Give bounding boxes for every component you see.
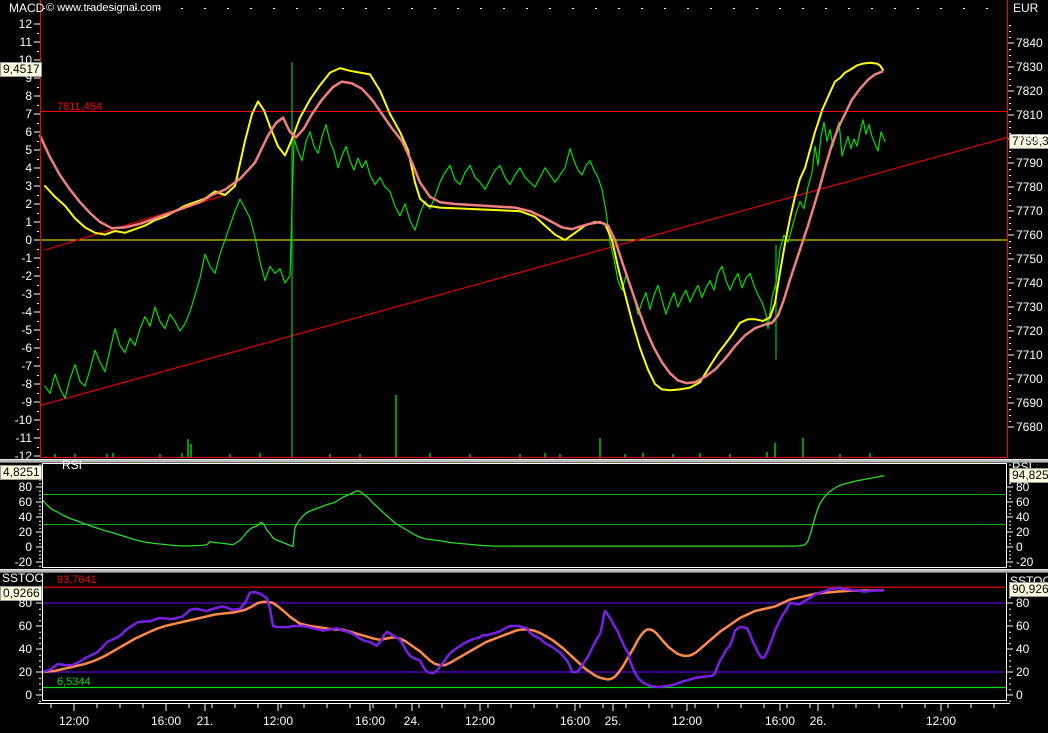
x-axis-label: 16:00: [559, 714, 591, 728]
macd-axis-tick-label: -12: [14, 449, 32, 463]
eur-axis-tick-label: 7780: [1016, 180, 1043, 194]
rsi-axis-tick-label: 80: [1016, 480, 1030, 494]
x-axis-label: 12:00: [671, 714, 703, 728]
eur-axis-tick-label: 7680: [1016, 420, 1043, 434]
rsi-axis-tick-label: 40: [1016, 510, 1030, 524]
macd-axis-tick-label: 11: [19, 35, 32, 49]
rsi-axis-tick-label: -20: [1016, 555, 1034, 569]
rsi-axis-tick-label: -20: [14, 555, 32, 569]
sstoc-panel[interactable]: [42, 573, 1007, 701]
rsi-current-value-box-left: 4,8251: [0, 465, 42, 480]
macd-axis-tick-label: -7: [21, 359, 32, 373]
sstoc-axis-tick-label: 40: [18, 642, 32, 656]
sstoc-axis-tick-label: 0: [25, 688, 32, 702]
macd-axis-tick-label: 8: [25, 89, 32, 103]
x-axis-label: 25.: [604, 714, 622, 728]
panel-splitter-2[interactable]: [0, 569, 1048, 573]
x-axis-label: 12:00: [925, 714, 957, 728]
sstoc-panel-title-left: SSTOC: [2, 571, 44, 585]
macd-axis-tick-label: 4: [25, 161, 32, 175]
eur-axis-title: EUR: [1013, 1, 1039, 15]
eur-axis-tick-label: 7820: [1016, 84, 1043, 98]
rsi-panel[interactable]: [42, 463, 1007, 568]
rsi-axis-tick-label: 20: [18, 525, 32, 539]
x-axis-label: 12:00: [58, 714, 90, 728]
macd-axis-tick-label: 7: [25, 107, 32, 121]
rsi-axis-tick-label: 60: [1016, 495, 1030, 509]
sstoc-axis-tick-label: 80: [18, 596, 32, 610]
x-axis-label: 26.: [809, 714, 827, 728]
rsi-axis-tick-label: 80: [18, 480, 32, 494]
sstoc-axis-tick-label: 60: [18, 619, 32, 633]
main-chart-panel[interactable]: [41, 14, 1007, 458]
sstoc-axis-tick-label: 40: [1016, 642, 1030, 656]
sstoc-axis-tick-label: 60: [1016, 619, 1030, 633]
macd-axis-tick-label: -4: [21, 305, 32, 319]
macd-axis-tick-label: 12: [18, 17, 32, 31]
macd-axis-tick-label: -1: [21, 251, 32, 265]
macd-axis-tick-label: 2: [25, 197, 32, 211]
x-axis-label: 16:00: [150, 714, 182, 728]
tradesignal-chart-window: MACD © www.tradesignal.com EUR RSI RSI S…: [0, 0, 1048, 733]
sstoc-axis-tick-label: 20: [18, 665, 32, 679]
macd-axis-tick-label: -2: [21, 269, 32, 283]
eur-axis-tick-label: 7770: [1016, 204, 1043, 218]
eur-axis-tick-label: 7830: [1016, 60, 1043, 74]
macd-axis-tick-label: 6: [25, 125, 32, 139]
rsi-panel-title-left: RSI: [62, 458, 83, 472]
eur-axis-tick-label: 7790: [1016, 156, 1043, 170]
rsi-axis-tick-label: 0: [1016, 540, 1023, 554]
x-axis-label: 16:00: [764, 714, 796, 728]
macd-axis-tick-label: 1: [25, 215, 32, 229]
eur-axis-tick-label: 7810: [1016, 108, 1043, 122]
watermark: © www.tradesignal.com: [46, 2, 162, 14]
x-axis-label: 12:00: [464, 714, 496, 728]
stoch-lower-line-label: 6,5344: [57, 676, 91, 688]
macd-axis-tick-label: 0: [25, 233, 32, 247]
rsi-axis-tick-label: 0: [25, 540, 32, 554]
macd-axis-tick-label: -11: [15, 431, 32, 445]
resistance-line-label: 7811,454: [57, 101, 103, 113]
macd-axis-tick-label: -5: [21, 323, 32, 337]
macd-panel-title: MACD: [9, 1, 45, 15]
macd-axis-tick-label: 3: [25, 179, 32, 193]
x-axis-label: 12:00: [262, 714, 294, 728]
eur-axis-tick-label: 7720: [1016, 324, 1043, 338]
eur-axis-tick-label: 7840: [1016, 36, 1043, 50]
macd-axis-tick-label: 9: [25, 71, 32, 85]
x-axis-label: 16:00: [354, 714, 386, 728]
eur-axis-tick-label: 7760: [1016, 228, 1043, 242]
eur-axis-tick-label: 7740: [1016, 276, 1043, 290]
macd-axis-tick-label: 5: [25, 143, 32, 157]
sstoc-current-value-box-right: 90,926: [1009, 582, 1048, 597]
stoch-upper-line-label: 93,7641: [57, 574, 97, 586]
eur-axis-tick-label: 7750: [1016, 252, 1043, 266]
sstoc-axis-tick-label: 20: [1016, 665, 1030, 679]
macd-axis-tick-label: 10: [18, 53, 32, 67]
eur-axis-tick-label: 7700: [1016, 372, 1043, 386]
rsi-axis-tick-label: 60: [18, 495, 32, 509]
macd-axis-tick-label: -9: [21, 395, 32, 409]
sstoc-axis-tick-label: 0: [1016, 688, 1023, 702]
rsi-axis-tick-label: 20: [1016, 525, 1030, 539]
x-axis-label: 24.: [403, 714, 421, 728]
macd-axis-tick-label: -10: [14, 413, 32, 427]
eur-axis-tick-label: 7690: [1016, 396, 1043, 410]
sstoc-axis-tick-label: 80: [1016, 596, 1030, 610]
eur-axis-tick-label: 7800: [1016, 132, 1043, 146]
eur-axis-tick-label: 7710: [1016, 348, 1043, 362]
rsi-axis-tick-label: 40: [18, 510, 32, 524]
panel-splitter-1[interactable]: [0, 459, 1048, 463]
eur-axis-tick-label: 7730: [1016, 300, 1043, 314]
macd-axis-tick-label: -8: [21, 377, 32, 391]
x-axis-label: 21.: [196, 714, 214, 728]
macd-axis-tick-label: -3: [21, 287, 32, 301]
macd-axis-tick-label: -6: [21, 341, 32, 355]
